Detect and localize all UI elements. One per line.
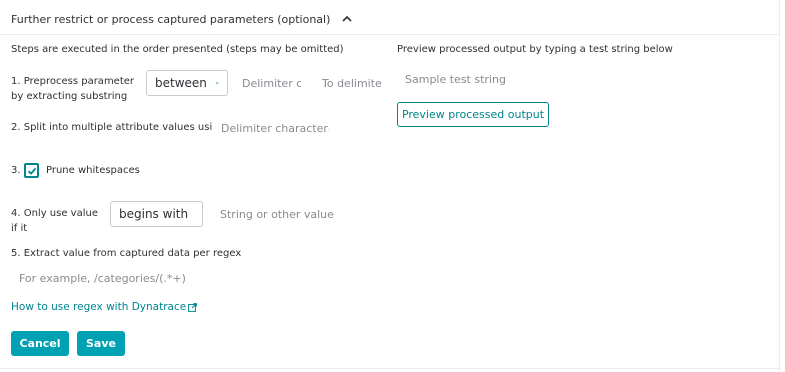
step3-number: 3. [11, 165, 21, 176]
step2-delimiter-input[interactable] [213, 115, 337, 141]
step5-label: 5. Extract value from captured data per … [11, 248, 242, 259]
step3-label: Prune whitespaces [46, 165, 140, 176]
step4-condition-select[interactable]: begins with [110, 201, 203, 227]
chevron-down-icon [215, 82, 219, 85]
section-title: Further restrict or process captured par… [11, 12, 331, 26]
header-divider [0, 34, 779, 35]
panel-bottom-border [0, 368, 779, 369]
step2-label: 2. Split into multiple attribute values … [11, 122, 225, 133]
step1-mode-select[interactable]: between [146, 70, 228, 96]
preview-output-button[interactable]: Preview processed output [397, 102, 549, 127]
panel-right-border [779, 0, 780, 372]
regex-help-link-label: How to use regex with Dynatrace [11, 301, 187, 313]
checkmark-icon [27, 167, 36, 175]
preview-test-input[interactable] [397, 66, 709, 92]
chevron-up-icon[interactable] [340, 12, 354, 26]
prune-whitespaces-checkbox[interactable] [24, 163, 39, 178]
regex-input[interactable] [11, 265, 246, 291]
step4-value-input[interactable] [212, 201, 389, 227]
step4-label: 4. Only use value if it [11, 208, 98, 234]
external-link-icon [188, 302, 198, 312]
step1-mode-value: between [155, 76, 207, 90]
step1-delimiter-to-input[interactable] [314, 70, 389, 96]
cancel-button[interactable]: Cancel [11, 331, 69, 356]
step1-delimiter-from-input[interactable] [234, 70, 309, 96]
steps-intro: Steps are executed in the order presente… [11, 44, 344, 55]
save-button[interactable]: Save [77, 331, 125, 356]
step1-label: 1. Preprocess parameter by extracting su… [11, 76, 135, 102]
step4-condition-value: begins with [119, 207, 189, 221]
regex-help-link[interactable]: How to use regex with Dynatrace [11, 301, 198, 313]
section-header[interactable]: Further restrict or process captured par… [11, 12, 354, 26]
preview-label: Preview processed output by typing a tes… [397, 44, 673, 55]
